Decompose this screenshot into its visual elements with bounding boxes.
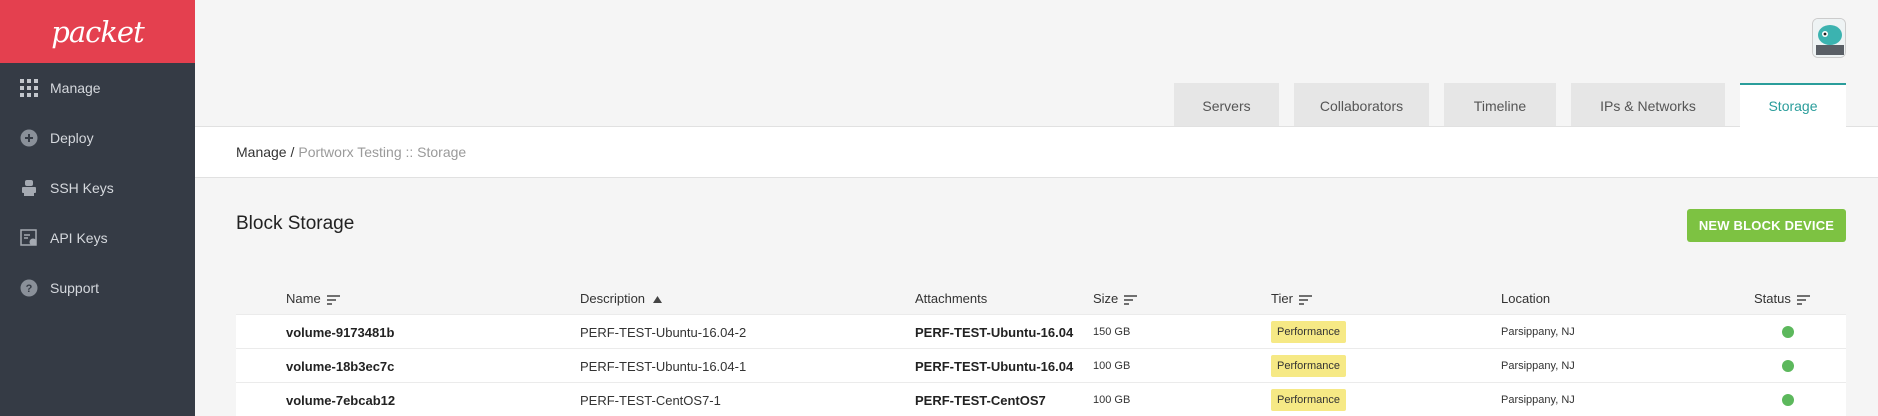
- page-title: Block Storage: [236, 213, 355, 234]
- header-location: Location: [1501, 290, 1551, 306]
- tab-bar: Servers Collaborators Timeline IPs & Net…: [1159, 83, 1846, 127]
- sidebar-item-ssh-keys[interactable]: SSH Keys: [0, 163, 195, 213]
- tab-collaborators[interactable]: Collaborators: [1294, 83, 1429, 126]
- volume-location: Parsippany, NJ: [1501, 326, 1575, 338]
- tab-servers[interactable]: Servers: [1174, 83, 1279, 126]
- breadcrumb: Manage / Portworx Testing :: Storage: [195, 127, 1878, 178]
- table-row[interactable]: volume-7ebcab12 PERF-TEST-CentOS7-1 PERF…: [236, 382, 1846, 416]
- table-row[interactable]: volume-9173481b PERF-TEST-Ubuntu-16.04-2…: [236, 314, 1846, 348]
- tier-badge: Performance: [1271, 355, 1346, 377]
- volume-name[interactable]: volume-7ebcab12: [286, 383, 395, 416]
- header-attachments: Attachments: [915, 290, 988, 306]
- sidebar-item-manage[interactable]: Manage: [0, 63, 195, 113]
- api-key-icon: [20, 229, 38, 247]
- sidebar-item-deploy[interactable]: Deploy: [0, 113, 195, 163]
- status-indicator-icon: [1782, 326, 1794, 338]
- table-row[interactable]: volume-18b3ec7c PERF-TEST-Ubuntu-16.04-1…: [236, 348, 1846, 382]
- breadcrumb-current: Portworx Testing :: Storage: [298, 144, 467, 160]
- header-description[interactable]: Description: [580, 291, 664, 306]
- block-storage-table: Name Description Attachments Size Tier L…: [236, 282, 1846, 416]
- volume-size: 100 GB: [1093, 360, 1131, 372]
- sidebar-item-label: SSH Keys: [50, 180, 114, 196]
- breadcrumb-root[interactable]: Manage /: [236, 144, 294, 160]
- brand-logo[interactable]: packet: [0, 0, 195, 63]
- volume-attachment[interactable]: PERF-TEST-CentOS7: [915, 383, 1046, 416]
- sidebar: packet Manage Deploy SSH Keys API Keys ?…: [0, 0, 195, 416]
- volume-size: 150 GB: [1093, 326, 1131, 338]
- top-bar: Servers Collaborators Timeline IPs & Net…: [195, 0, 1878, 127]
- volume-description: PERF-TEST-Ubuntu-16.04-2: [580, 324, 747, 340]
- sort-lines-icon: [1796, 293, 1810, 305]
- status-indicator-icon: [1782, 360, 1794, 372]
- sidebar-item-label: API Keys: [50, 230, 108, 246]
- header-size[interactable]: Size: [1093, 291, 1138, 306]
- grid-icon: [20, 79, 38, 97]
- new-block-device-button[interactable]: NEW BLOCK DEVICE: [1687, 209, 1846, 242]
- help-circle-icon: ?: [20, 279, 38, 297]
- volume-name[interactable]: volume-18b3ec7c: [286, 349, 394, 383]
- volume-location: Parsippany, NJ: [1501, 360, 1575, 372]
- user-avatar[interactable]: [1812, 18, 1846, 58]
- key-icon: [20, 179, 38, 197]
- svg-text:?: ?: [26, 283, 33, 295]
- tier-badge: Performance: [1271, 389, 1346, 411]
- tab-ips-networks[interactable]: IPs & Networks: [1571, 83, 1725, 126]
- volume-description: PERF-TEST-Ubuntu-16.04-1: [580, 358, 747, 374]
- sidebar-item-support[interactable]: ? Support: [0, 263, 195, 313]
- tier-badge: Performance: [1271, 321, 1346, 343]
- volume-attachment[interactable]: PERF-TEST-Ubuntu-16.04: [915, 349, 1073, 383]
- volume-name[interactable]: volume-9173481b: [286, 315, 394, 349]
- table-header: Name Description Attachments Size Tier L…: [236, 282, 1846, 314]
- sort-lines-icon: [326, 293, 340, 305]
- sort-lines-icon: [1124, 293, 1138, 305]
- plus-circle-icon: [20, 129, 38, 147]
- volume-description: PERF-TEST-CentOS7-1: [580, 392, 721, 408]
- header-status[interactable]: Status: [1754, 291, 1810, 306]
- volume-attachment[interactable]: PERF-TEST-Ubuntu-16.04: [915, 315, 1073, 349]
- tab-timeline[interactable]: Timeline: [1444, 83, 1556, 126]
- volume-location: Parsippany, NJ: [1501, 394, 1575, 406]
- header-tier[interactable]: Tier: [1271, 291, 1312, 306]
- volume-size: 100 GB: [1093, 394, 1131, 406]
- sidebar-item-label: Support: [50, 280, 100, 296]
- tab-storage[interactable]: Storage: [1740, 83, 1846, 127]
- sort-lines-icon: [1298, 293, 1312, 305]
- logo-text: packet: [51, 14, 144, 49]
- sidebar-item-api-keys[interactable]: API Keys: [0, 213, 195, 263]
- status-indicator-icon: [1782, 394, 1794, 406]
- sidebar-item-label: Deploy: [50, 130, 94, 146]
- header-name[interactable]: Name: [286, 291, 340, 306]
- sidebar-item-label: Manage: [50, 80, 101, 96]
- main-content: Block Storage NEW BLOCK DEVICE Name Desc…: [195, 179, 1878, 416]
- sort-ascending-icon: [651, 293, 664, 303]
